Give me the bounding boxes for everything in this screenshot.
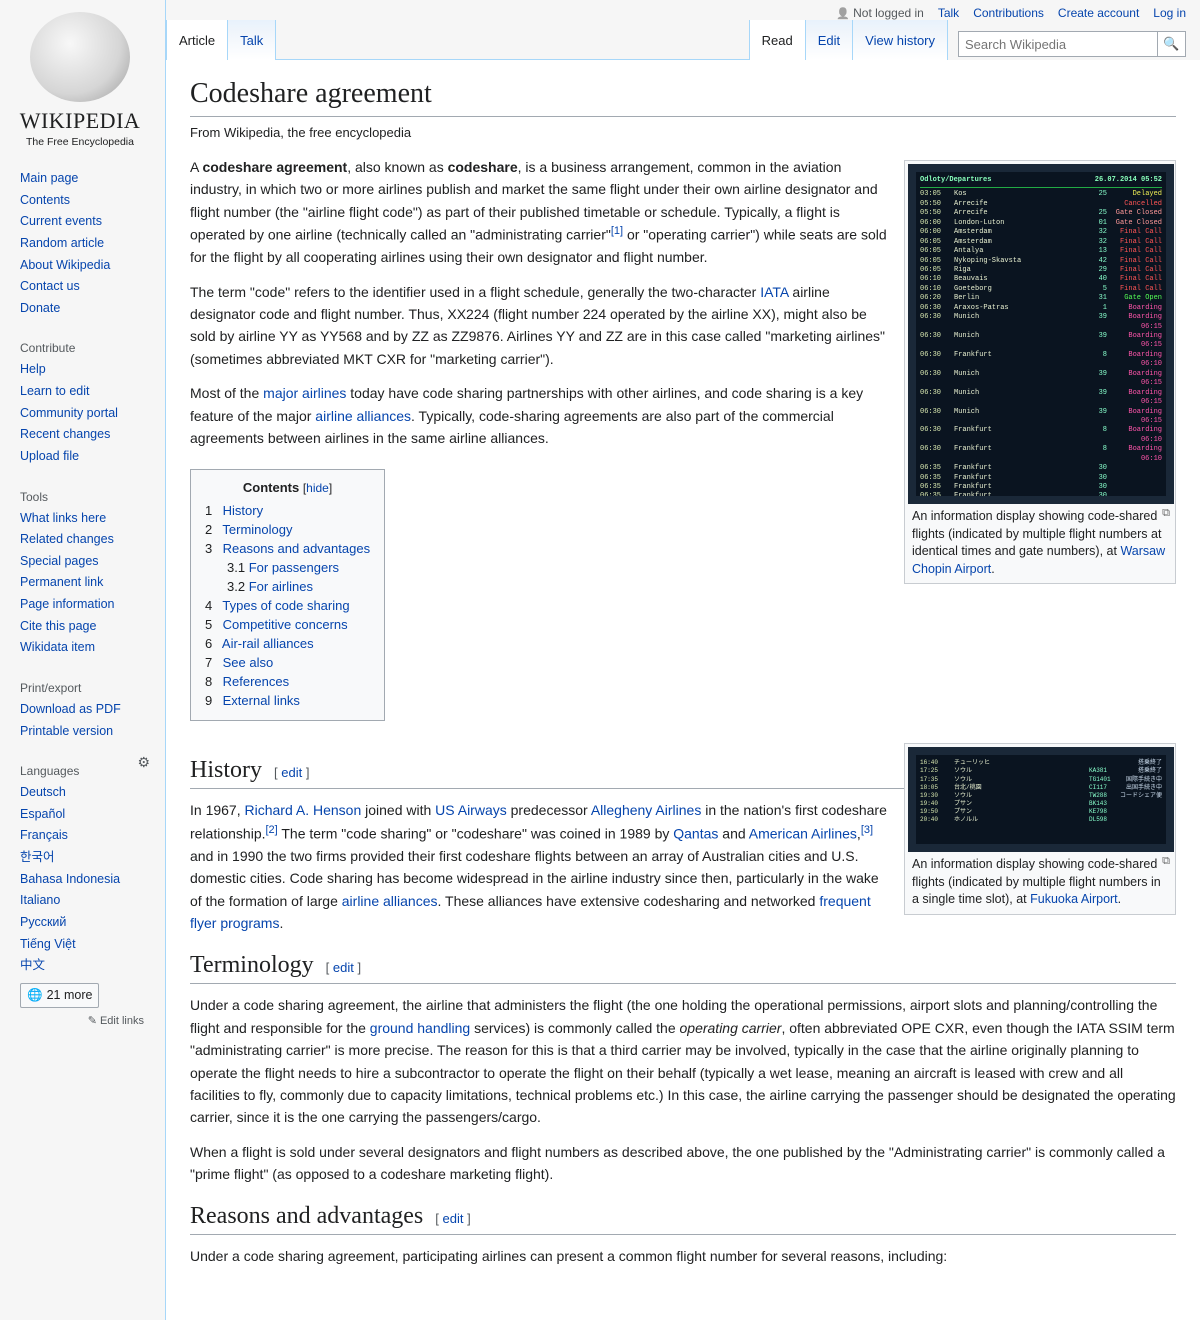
tab-talk[interactable]: Talk: [228, 20, 276, 60]
nav-contribute: ContributeHelpLearn to editCommunity por…: [0, 331, 160, 475]
search-input[interactable]: [958, 31, 1158, 57]
nav-item-русский[interactable]: Русский: [20, 915, 66, 929]
nav-item-special-pages[interactable]: Special pages: [20, 554, 99, 568]
logo[interactable]: WIKIPEDIA The Free Encyclopedia: [0, 12, 160, 168]
nav-item-current-events[interactable]: Current events: [20, 214, 102, 228]
nav-item-recent-changes[interactable]: Recent changes: [20, 427, 110, 441]
link-major-airlines[interactable]: major airlines: [263, 385, 346, 401]
ref-1[interactable]: [1]: [611, 225, 623, 237]
nav-item-community-portal[interactable]: Community portal: [20, 406, 118, 420]
top-login[interactable]: Log in: [1153, 6, 1186, 20]
nav-item-permanent-link[interactable]: Permanent link: [20, 575, 103, 589]
magnify-icon[interactable]: ⧉: [1162, 854, 1170, 869]
language-more-button[interactable]: 🌐21 more: [20, 983, 99, 1008]
edit-terminology[interactable]: edit: [333, 960, 354, 975]
terminology-p2: When a flight is sold under several desi…: [190, 1141, 1176, 1186]
top-create-account[interactable]: Create account: [1058, 6, 1139, 20]
nav-item-printable-version[interactable]: Printable version: [20, 724, 113, 738]
not-logged-in: Not logged in: [836, 6, 923, 20]
nav-item-wikidata-item[interactable]: Wikidata item: [20, 640, 95, 654]
nav-item-italiano[interactable]: Italiano: [20, 893, 60, 907]
toc-hide[interactable]: hide: [306, 481, 329, 495]
heading-reasons: Reasons and advantages[ edit ]: [190, 1203, 1176, 1235]
link-fukuoka[interactable]: Fukuoka Airport: [1030, 892, 1118, 906]
top-talk[interactable]: Talk: [938, 6, 959, 20]
terminology-p1: Under a code sharing agreement, the airl…: [190, 994, 1176, 1128]
nav-item-한국어[interactable]: 한국어: [20, 850, 55, 864]
gear-icon[interactable]: ⚙: [137, 754, 150, 771]
site-sub: From Wikipedia, the free encyclopedia: [190, 125, 1176, 140]
nav-languages: ⚙ Languages DeutschEspañolFrançais한국어Bah…: [0, 754, 160, 1035]
edit-links[interactable]: ✎ Edit links: [20, 1014, 152, 1027]
nav-item-about-wikipedia[interactable]: About Wikipedia: [20, 258, 110, 272]
nav-main: Main page Contents Current events Random ar…: [0, 168, 160, 327]
infobox-image-1: Odloty/Departures26.07.2014 05:5203:05Ko…: [904, 160, 1176, 584]
tab-article[interactable]: Article: [166, 20, 228, 60]
search-form: 🔍: [958, 30, 1186, 58]
top-contributions[interactable]: Contributions: [973, 6, 1044, 20]
nav-item-upload-file[interactable]: Upload file: [20, 449, 79, 463]
nav-item-español[interactable]: Español: [20, 807, 65, 821]
nav-item-page-information[interactable]: Page information: [20, 597, 115, 611]
nav-item-related-changes[interactable]: Related changes: [20, 532, 114, 546]
personal-tools: Not logged in Talk Contributions Create …: [166, 0, 1200, 20]
table-of-contents: Contents [hide] 1 History2 Terminology3 …: [190, 469, 385, 721]
heading-terminology: Terminology[ edit ]: [190, 952, 1176, 984]
nav-item-contents[interactable]: Contents: [20, 193, 70, 207]
nav-item-tiếng-việt[interactable]: Tiếng Việt: [20, 937, 76, 951]
sidebar: WIKIPEDIA The Free Encyclopedia Main pag…: [0, 0, 160, 1039]
link-airline-alliances[interactable]: airline alliances: [315, 408, 411, 424]
nav-item-cite-this-page[interactable]: Cite this page: [20, 619, 96, 633]
nav-item-what-links-here[interactable]: What links here: [20, 511, 106, 525]
nav-item-download-as-pdf[interactable]: Download as PDF: [20, 702, 121, 716]
page-title: Codeshare agreement: [190, 78, 1176, 117]
tabs-row: Article Talk Read Edit View history 🔍: [166, 20, 1200, 60]
nav-item-bahasa-indonesia[interactable]: Bahasa Indonesia: [20, 872, 120, 886]
nav-item-français[interactable]: Français: [20, 828, 68, 842]
tab-edit[interactable]: Edit: [806, 20, 853, 60]
nav-item-contact-us[interactable]: Contact us: [20, 279, 80, 293]
nav-item-random-article[interactable]: Random article: [20, 236, 104, 250]
magnify-icon[interactable]: ⧉: [1162, 506, 1170, 521]
tab-history[interactable]: View history: [853, 20, 948, 60]
reasons-p1: Under a code sharing agreement, particip…: [190, 1245, 1176, 1267]
translate-icon: 🌐: [27, 988, 43, 1003]
nav-item-main-page[interactable]: Main page: [20, 171, 78, 185]
wikipedia-globe-icon: [30, 12, 130, 102]
infobox-image-2: 16:40チューリッヒ搭乗終了 17:25ソウルKA381搭乗終了 17:35ソ…: [904, 743, 1176, 915]
nav-item-help[interactable]: Help: [20, 362, 46, 376]
nav-print: Print/exportDownload as PDFPrintable ver…: [0, 671, 160, 750]
nav-item-donate[interactable]: Donate: [20, 301, 60, 315]
nav-item-learn-to-edit[interactable]: Learn to edit: [20, 384, 90, 398]
search-icon: 🔍: [1163, 36, 1179, 51]
search-button[interactable]: 🔍: [1158, 31, 1186, 57]
tab-read[interactable]: Read: [749, 20, 806, 60]
link-iata[interactable]: IATA: [760, 284, 788, 300]
edit-reasons[interactable]: edit: [443, 1211, 464, 1226]
logo-tagline: The Free Encyclopedia: [10, 136, 150, 148]
nav-item-中文[interactable]: 中文: [20, 958, 45, 972]
nav-item-deutsch[interactable]: Deutsch: [20, 785, 66, 799]
logo-text: WIKIPEDIA: [10, 108, 150, 134]
edit-history[interactable]: edit: [281, 765, 302, 780]
nav-tools: ToolsWhat links hereRelated changesSpeci…: [0, 480, 160, 667]
